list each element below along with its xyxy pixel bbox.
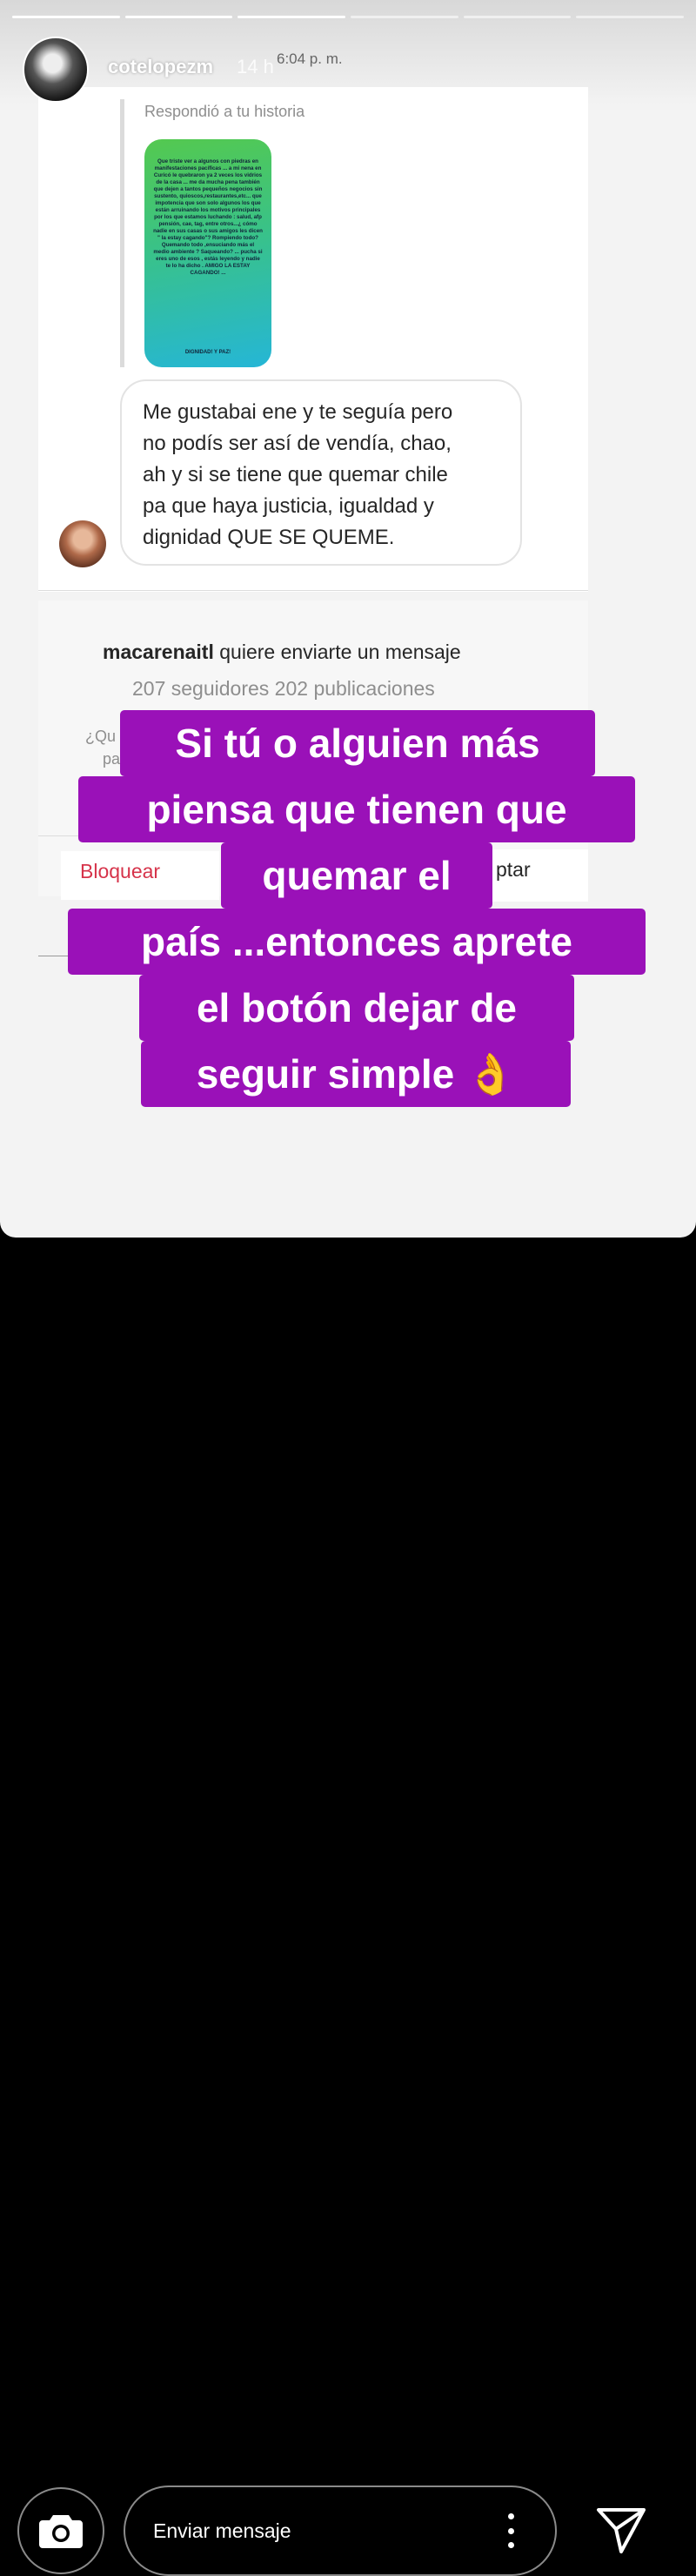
message-line: Me gustabai ene y te seguía pero: [143, 400, 453, 424]
progress-segment: [463, 16, 572, 18]
caption-line: Si tú o alguien más: [120, 710, 595, 776]
reply-indicator-line: [120, 99, 124, 367]
story-time-ago: 14 h: [237, 56, 274, 77]
more-vertical-icon[interactable]: [500, 2513, 521, 2548]
shared-story-footer: DIGNIDAD! Y PAZ!: [184, 350, 231, 355]
story-author-username[interactable]: cotelopezm: [108, 56, 213, 78]
story-author-avatar[interactable]: [23, 37, 89, 103]
request-username: macarenaitl: [103, 641, 214, 663]
story-reply-bar: Enviar mensaje: [0, 1238, 696, 2576]
send-message-placeholder: Enviar mensaje: [153, 2519, 291, 2542]
request-question-fragment: ¿Qu: [85, 728, 117, 745]
dot: [507, 2513, 514, 2519]
progress-segment: [12, 16, 120, 18]
section-divider: [38, 590, 588, 591]
request-title: macarenaitl quiere enviarte un mensaje: [103, 641, 461, 664]
camera-button[interactable]: [17, 2487, 104, 2574]
block-button: Bloquear: [61, 851, 219, 900]
sender-avatar: [59, 520, 106, 567]
caption-line: país ...entonces aprete: [68, 909, 646, 975]
caption-line: seguir simple 👌: [141, 1041, 571, 1107]
message-line: ah y si se tiene que quemar chile: [143, 463, 448, 486]
caption-line: piensa que tienen que: [78, 776, 635, 842]
request-title-text: quiere enviarte un mensaje: [219, 641, 461, 663]
dot: [507, 2527, 514, 2534]
caption-line: quemar el: [221, 842, 492, 909]
progress-segment: [351, 16, 458, 18]
request-stats: 207 seguidores 202 publicaciones: [132, 677, 435, 700]
story-viewer[interactable]: cotelopezm 14 h 6:04 p. m. Respondió a t…: [0, 0, 696, 1238]
caption-line: el botón dejar de: [139, 975, 574, 1041]
message-line: no podís ser así de vendía, chao,: [143, 432, 452, 455]
progress-segment: [238, 16, 346, 18]
dm-timestamp: 6:04 p. m.: [277, 50, 343, 67]
reply-label: Respondió a tu historia: [144, 103, 305, 120]
send-message-input[interactable]: Enviar mensaje: [124, 2485, 557, 2576]
shared-story-thumbnail: Que triste ver a algunos con piedras en …: [144, 139, 271, 367]
request-text-fragment: pa: [103, 750, 121, 768]
camera-icon: [39, 2515, 83, 2548]
send-icon[interactable]: [595, 2506, 647, 2555]
progress-segment: [576, 16, 685, 18]
progress-segment: [124, 16, 233, 18]
message-line: pa que haya justicia, igualdad y: [143, 494, 434, 518]
message-bubble: Me gustabai ene y te seguía pero no podí…: [120, 379, 522, 566]
story-progress-bar: [12, 16, 685, 18]
message-line: dignidad QUE SE QUEME.: [143, 526, 395, 549]
shared-story-text: Que triste ver a algunos con piedras en …: [153, 158, 263, 276]
dot: [507, 2542, 514, 2548]
accept-button: ptar: [492, 849, 588, 902]
